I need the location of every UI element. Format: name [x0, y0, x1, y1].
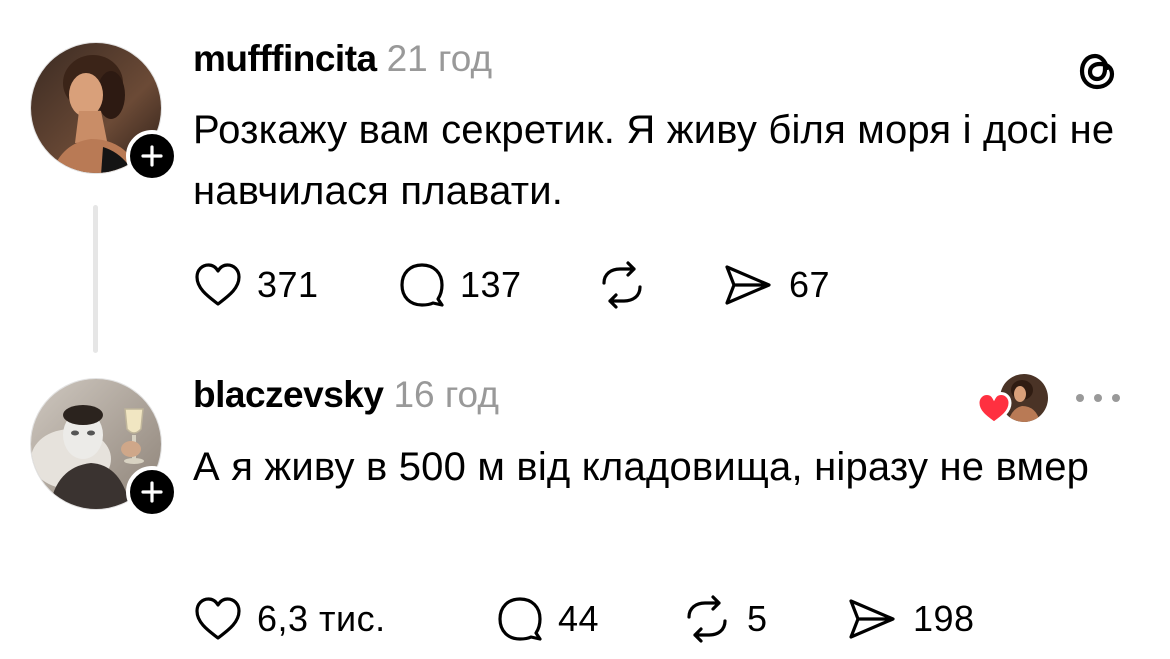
repost-icon: [602, 261, 642, 309]
repost-count: 5: [747, 598, 768, 639]
repost-button[interactable]: [596, 260, 648, 310]
liked-heart-icon: [975, 390, 1013, 426]
thread-connector-line: [93, 205, 98, 353]
share-button[interactable]: 67: [721, 260, 830, 310]
like-button[interactable]: 371: [193, 260, 319, 310]
liked-by-author-indicator: [975, 372, 1050, 426]
reply-button[interactable]: 137: [398, 260, 522, 310]
plus-icon: [141, 145, 163, 167]
comment-icon: [498, 597, 542, 641]
post-header: mufffincita 21 год: [193, 38, 492, 88]
share-count: 198: [913, 598, 975, 639]
send-icon: [849, 599, 895, 639]
post-actions: 6,3 тис. 44 5 198: [193, 594, 1093, 644]
reply-count: 44: [558, 598, 600, 639]
like-button[interactable]: 6,3 тис.: [193, 594, 386, 644]
more-dots-icon[interactable]: [1072, 386, 1124, 410]
share-count: 67: [789, 264, 831, 305]
threads-logo-icon[interactable]: [1075, 46, 1119, 94]
heart-icon: [195, 263, 241, 306]
timestamp: 21 год: [386, 38, 493, 79]
send-icon: [725, 265, 771, 305]
username[interactable]: mufffincita: [193, 38, 377, 79]
follow-button[interactable]: [126, 130, 178, 182]
post-text: А я живу в 500 м від кладовища, ніразу н…: [193, 445, 1090, 489]
share-button[interactable]: 198: [845, 594, 975, 644]
follow-button[interactable]: [126, 466, 178, 518]
like-count: 371: [257, 264, 319, 305]
repost-button[interactable]: 5: [681, 594, 768, 644]
plus-icon: [141, 481, 163, 503]
author-avatar-container: [30, 42, 178, 182]
post-actions: 371 137 67: [193, 260, 1093, 310]
like-count: 6,3 тис.: [257, 598, 386, 639]
reply-count: 137: [460, 264, 522, 305]
timestamp: 16 год: [393, 374, 499, 415]
author-avatar-container: [30, 378, 178, 518]
reply-button[interactable]: 44: [496, 594, 599, 644]
repost-icon: [687, 595, 727, 643]
username[interactable]: blaczevsky: [193, 374, 384, 415]
comment-icon: [400, 263, 444, 307]
heart-icon: [195, 597, 241, 640]
post-header: blaczevsky 16 год: [193, 374, 499, 424]
thread-post-2[interactable]: blaczevsky 16 год А я живу в 500 м від кл…: [0, 350, 1170, 659]
thread-post-1[interactable]: mufffincita 21 год Розкажу вам секретик. …: [0, 0, 1170, 353]
post-text: Розкажу вам секретик. Я живу біля моря і…: [193, 108, 1115, 213]
